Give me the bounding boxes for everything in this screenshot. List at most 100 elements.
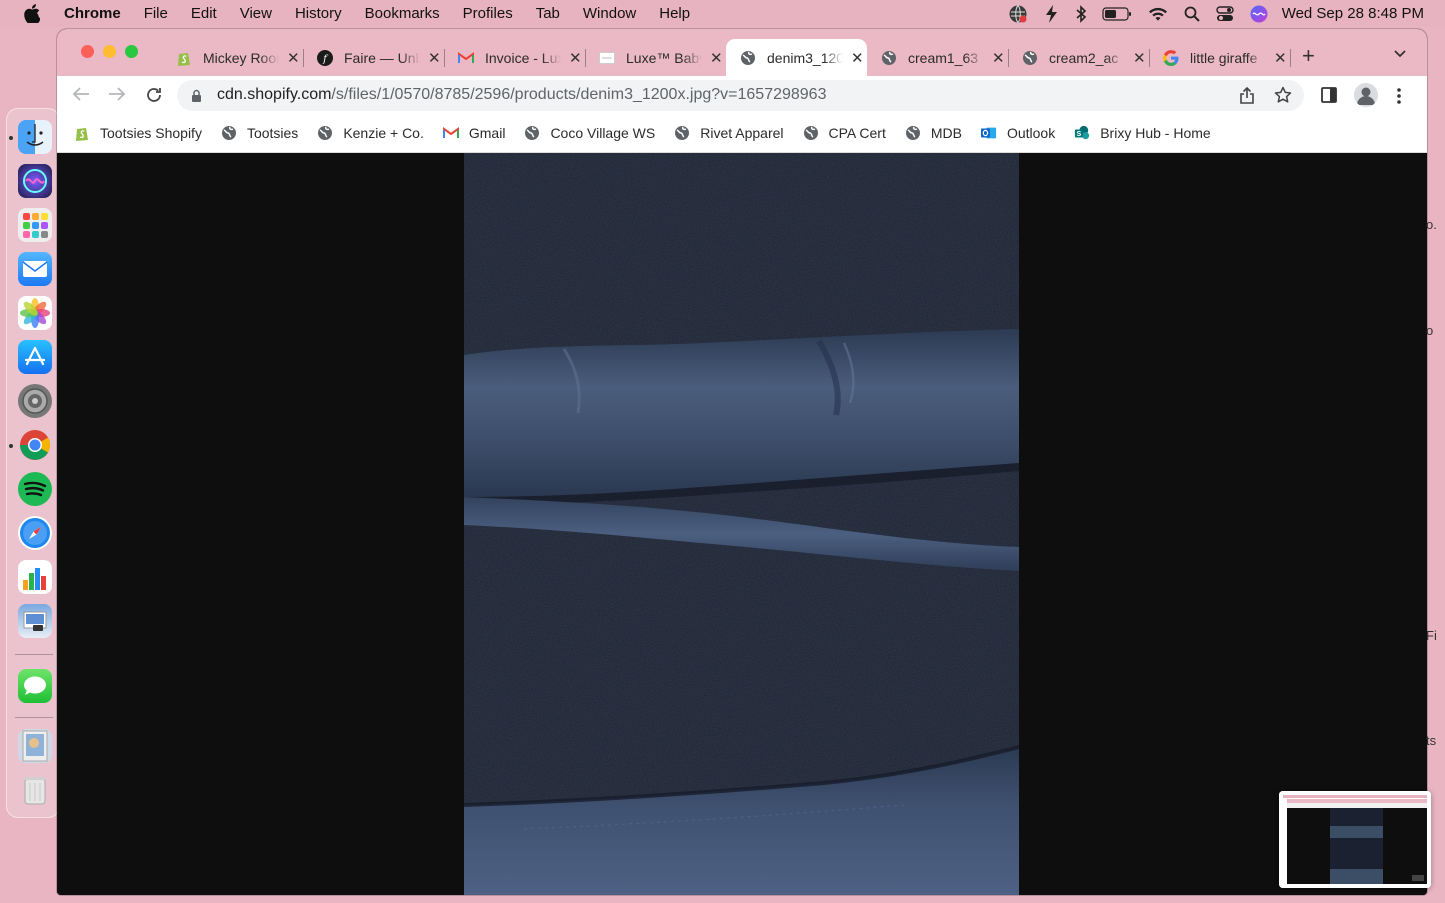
globe-icon (881, 50, 897, 66)
app-store-icon[interactable] (18, 340, 52, 374)
side-panel-icon[interactable] (1321, 87, 1337, 108)
tab-close-icon[interactable]: ✕ (710, 49, 723, 67)
bookmark-tootsies[interactable]: Tootsies (221, 125, 298, 141)
tab-label: cream1_63 (908, 49, 979, 66)
bookmark-label: Coco Village WS (550, 125, 656, 141)
tab-close-icon[interactable]: ✕ (992, 49, 1005, 67)
background-window-text: o. (1426, 217, 1437, 232)
reload-icon[interactable] (145, 86, 163, 104)
launchpad-icon[interactable] (18, 208, 52, 242)
tab-close-icon[interactable]: ✕ (851, 49, 864, 67)
tab-denim3[interactable]: denim3_1200 ✕ (726, 39, 867, 76)
page-icon (599, 50, 615, 66)
messages-icon[interactable] (18, 669, 52, 703)
vpn-globe-icon[interactable] (1008, 4, 1028, 24)
wifi-icon[interactable] (1148, 6, 1168, 22)
tab-invoice[interactable]: Invoice - Lux ✕ (444, 39, 585, 76)
tab-luxe-baby[interactable]: Luxe™ Baby ✕ (585, 39, 726, 76)
menu-profiles[interactable]: Profiles (463, 5, 513, 22)
tab-close-icon[interactable]: ✕ (287, 49, 300, 67)
menu-help[interactable]: Help (659, 5, 690, 22)
system-preferences-icon[interactable] (18, 384, 52, 418)
tab-close-icon[interactable]: ✕ (1274, 49, 1287, 67)
bookmark-gmail[interactable]: Gmail (442, 125, 505, 141)
bookmark-label: Outlook (1006, 125, 1056, 141)
downloads-stack-icon[interactable] (18, 729, 52, 763)
share-icon[interactable] (1239, 86, 1255, 109)
dock (6, 108, 60, 818)
tab-little-giraffe[interactable]: little giraffe ✕ (1149, 39, 1290, 76)
bookmark-tootsies-shopify[interactable]: Tootsies Shopify (74, 125, 202, 141)
tab-close-icon[interactable]: ✕ (428, 49, 441, 67)
bookmark-mdb[interactable]: MDB (905, 125, 962, 141)
tab-label: little giraffe (1190, 49, 1258, 66)
bookmark-star-icon[interactable] (1274, 86, 1292, 109)
chrome-icon[interactable] (18, 428, 52, 462)
globe-icon (524, 125, 540, 141)
menu-app-name[interactable]: Chrome (64, 5, 121, 22)
bookmark-label: Kenzie + Co. (343, 125, 424, 141)
lock-icon[interactable] (191, 89, 202, 108)
chrome-menu-icon[interactable] (1396, 87, 1402, 110)
safari-icon[interactable] (18, 516, 52, 550)
bookmark-label: Tootsies (246, 125, 299, 141)
tab-faire[interactable]: f Faire — Unlimited ✕ (303, 39, 444, 76)
bolt-icon[interactable] (1044, 4, 1060, 24)
screenshot-thumbnail[interactable] (1279, 791, 1431, 888)
menu-file[interactable]: File (144, 5, 168, 22)
control-center-icon[interactable] (1215, 5, 1234, 22)
tab-cream1[interactable]: cream1_63 ✕ (867, 39, 1008, 76)
photos-icon[interactable] (18, 296, 52, 330)
gmail-icon (442, 125, 459, 141)
bookmark-coco-village[interactable]: Coco Village WS (524, 125, 655, 141)
tab-label: cream2_ac (1049, 49, 1119, 66)
address-bar[interactable]: cdn.shopify.com/s/files/1/0570/8785/2596… (177, 80, 1304, 111)
apple-icon[interactable] (24, 4, 44, 23)
preview-icon[interactable] (18, 604, 52, 638)
finder-icon[interactable] (18, 120, 52, 154)
tab-close-icon[interactable]: ✕ (569, 49, 582, 67)
menu-view[interactable]: View (240, 5, 272, 22)
product-image-denim-blanket[interactable] (464, 153, 1019, 895)
bookmark-rivet-apparel[interactable]: Rivet Apparel (674, 125, 784, 141)
close-window-button[interactable] (81, 45, 94, 58)
siri-icon[interactable] (1250, 5, 1268, 23)
profile-avatar-icon[interactable] (1354, 83, 1378, 107)
bookmark-brixy-hub[interactable]: S Brixy Hub - Home (1074, 125, 1211, 141)
globe-icon (674, 125, 690, 141)
bookmark-label: MDB (930, 125, 962, 141)
menu-history[interactable]: History (295, 5, 342, 22)
tab-label: denim3_1200 (767, 49, 843, 66)
menu-window[interactable]: Window (583, 5, 636, 22)
minimize-window-button[interactable] (103, 45, 116, 58)
spotlight-search-icon[interactable] (1184, 6, 1200, 22)
status-area: Wed Sep 28 8:48 PM (992, 0, 1424, 27)
running-indicator (9, 136, 13, 140)
zoom-window-button[interactable] (125, 45, 138, 58)
spotify-icon[interactable] (18, 472, 52, 506)
new-tab-button[interactable]: + (1302, 43, 1315, 69)
url-text[interactable]: cdn.shopify.com/s/files/1/0570/8785/2596… (217, 86, 826, 104)
forward-arrow-icon[interactable] (108, 86, 126, 102)
bookmark-kenzie-co[interactable]: Kenzie + Co. (317, 125, 424, 141)
menu-bookmarks[interactable]: Bookmarks (365, 5, 440, 22)
back-arrow-icon[interactable] (72, 86, 90, 102)
bookmark-cpa-cert[interactable]: CPA Cert (803, 125, 886, 141)
bookmarks-bar: Tootsies Shopify Tootsies Kenzie + Co. G… (57, 114, 1427, 153)
bluetooth-icon[interactable] (1076, 4, 1086, 23)
tab-close-icon[interactable]: ✕ (1133, 49, 1146, 67)
numbers-icon[interactable] (18, 560, 52, 594)
trash-icon[interactable] (18, 773, 52, 807)
tab-label: Luxe™ Baby (626, 49, 702, 66)
tab-mickey-rooney[interactable]: Mickey Rooney ✕ (162, 39, 303, 76)
bookmark-outlook[interactable]: Outlook (980, 125, 1056, 141)
menubar-clock[interactable]: Wed Sep 28 8:48 PM (1282, 5, 1424, 22)
tab-search-chevron-icon[interactable] (1393, 46, 1407, 64)
battery-icon[interactable] (1102, 6, 1132, 21)
sharepoint-icon: S (1074, 125, 1090, 141)
siri-app-icon[interactable] (18, 164, 52, 198)
tab-cream2[interactable]: cream2_ac ✕ (1008, 39, 1149, 76)
menu-edit[interactable]: Edit (191, 5, 217, 22)
mail-icon[interactable] (18, 252, 52, 286)
menu-tab[interactable]: Tab (536, 5, 560, 22)
